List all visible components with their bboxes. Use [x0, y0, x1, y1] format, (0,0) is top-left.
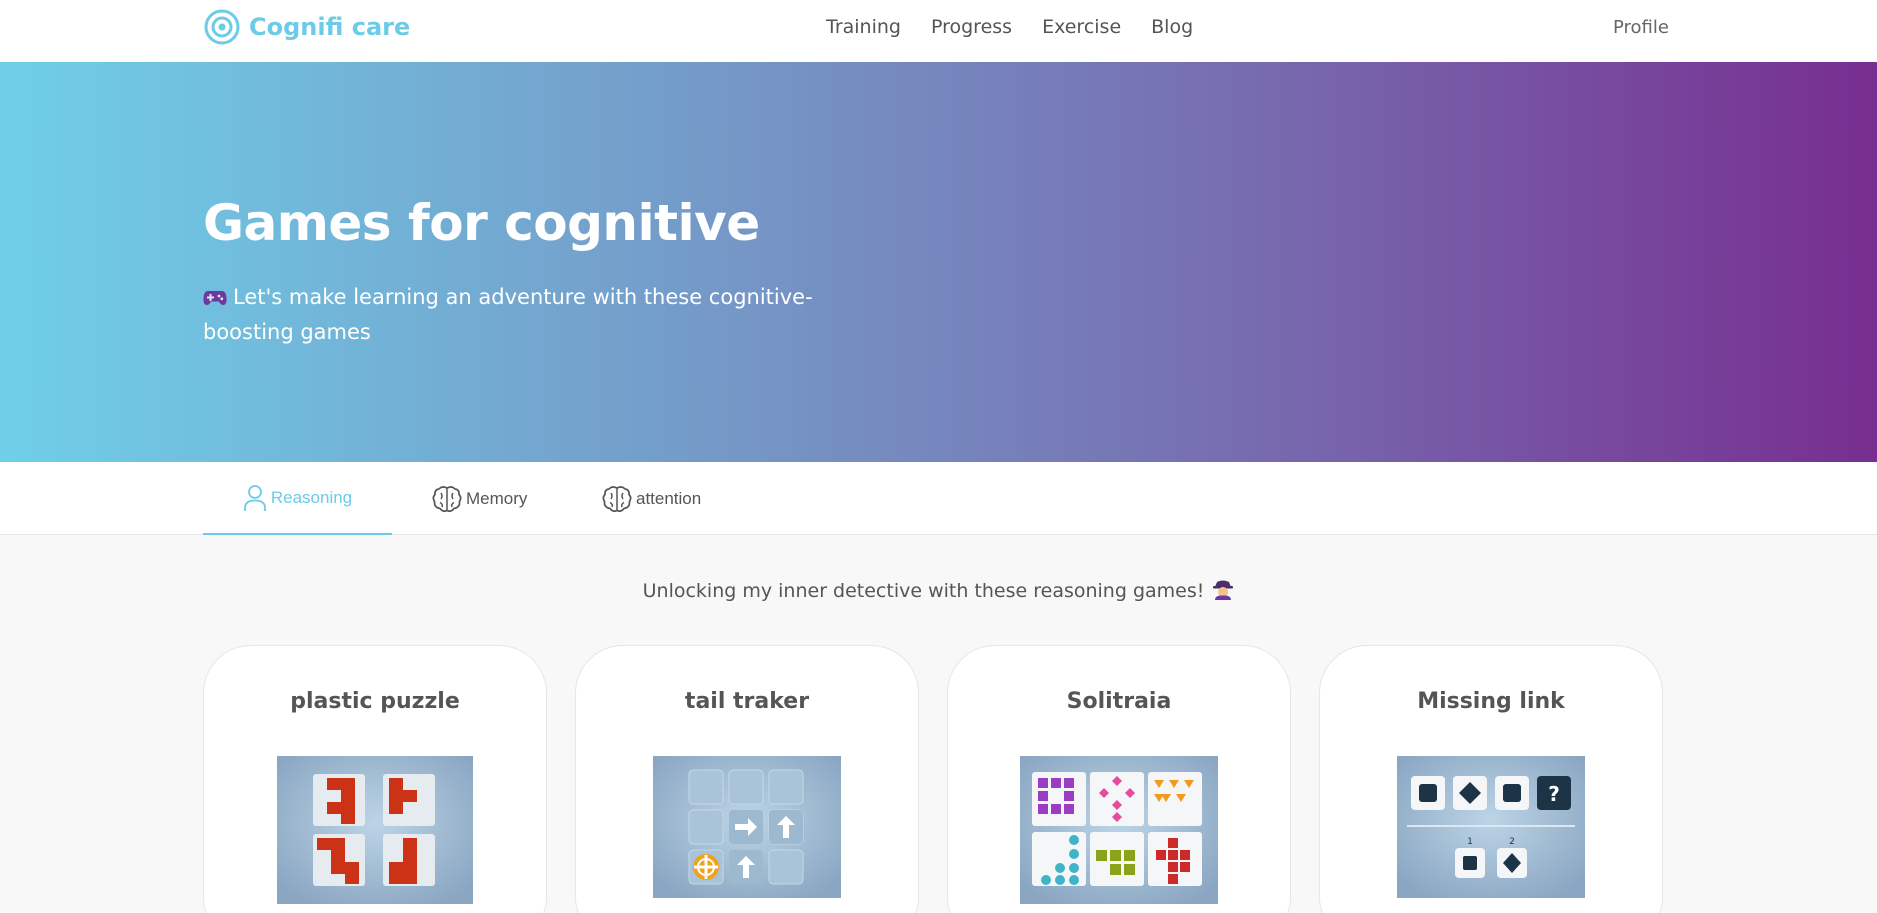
svg-text:1: 1	[1467, 837, 1473, 847]
tab-label: attention	[636, 488, 702, 508]
game-card-missing-link[interactable]: Missing link ? 1 2	[1319, 645, 1663, 913]
main-nav: Training Progress Exercise Blog	[826, 16, 1193, 38]
missing-link-thumbnail: ? 1 2	[1397, 756, 1585, 898]
top-navbar: Cognifi care Training Progress Exercise …	[0, 0, 1877, 62]
hero-subtitle-text: Let's make learning an adventure with th…	[203, 285, 813, 344]
svg-text:2: 2	[1509, 837, 1515, 847]
svg-text:?: ?	[1548, 782, 1560, 806]
game-title: plastic puzzle	[290, 689, 460, 714]
solitraia-thumbnail	[1020, 756, 1218, 904]
profile-link[interactable]: Profile	[1613, 17, 1669, 38]
tab-attention[interactable]: attention	[602, 462, 701, 535]
brain-icon	[602, 485, 632, 512]
target-logo-icon	[204, 9, 240, 45]
brain-icon	[432, 485, 462, 512]
hero-subtitle: Let's make learning an adventure with th…	[203, 280, 903, 350]
hero-banner: Games for cognitive Let's make learning …	[0, 62, 1877, 462]
game-card-tail-traker[interactable]: tail traker	[575, 645, 919, 913]
tab-label: Memory	[466, 488, 528, 508]
game-card-plastic-puzzle[interactable]: plastic puzzle	[203, 645, 547, 913]
game-title: Solitraia	[1066, 689, 1172, 714]
tail-traker-thumbnail	[653, 756, 841, 898]
category-tabs: Reasoning Memory attention	[0, 462, 1877, 535]
tab-reasoning[interactable]: Reasoning	[203, 462, 392, 535]
brand-name: Cognifi care	[249, 13, 411, 41]
detective-icon	[1213, 580, 1234, 600]
tab-memory[interactable]: Memory	[432, 462, 527, 535]
game-title: tail traker	[684, 689, 810, 714]
hero-title: Games for cognitive	[203, 194, 760, 252]
brand-logo-link[interactable]: Cognifi care	[203, 8, 410, 46]
nav-link-training[interactable]: Training	[826, 16, 901, 38]
person-icon	[243, 484, 266, 511]
tab-label: Reasoning	[270, 487, 353, 507]
gamepad-icon	[203, 291, 227, 305]
nav-link-progress[interactable]: Progress	[931, 16, 1012, 38]
nav-link-blog[interactable]: Blog	[1151, 16, 1193, 38]
section-subtitle-text: Unlocking my inner detective with these …	[642, 580, 1205, 602]
plastic-puzzle-thumbnail	[277, 756, 473, 904]
nav-link-exercise[interactable]: Exercise	[1042, 16, 1121, 38]
game-title: Missing link	[1417, 689, 1565, 714]
section-subtitle: Unlocking my inner detective with these …	[0, 578, 1877, 602]
game-card-solitraia[interactable]: Solitraia	[947, 645, 1291, 913]
